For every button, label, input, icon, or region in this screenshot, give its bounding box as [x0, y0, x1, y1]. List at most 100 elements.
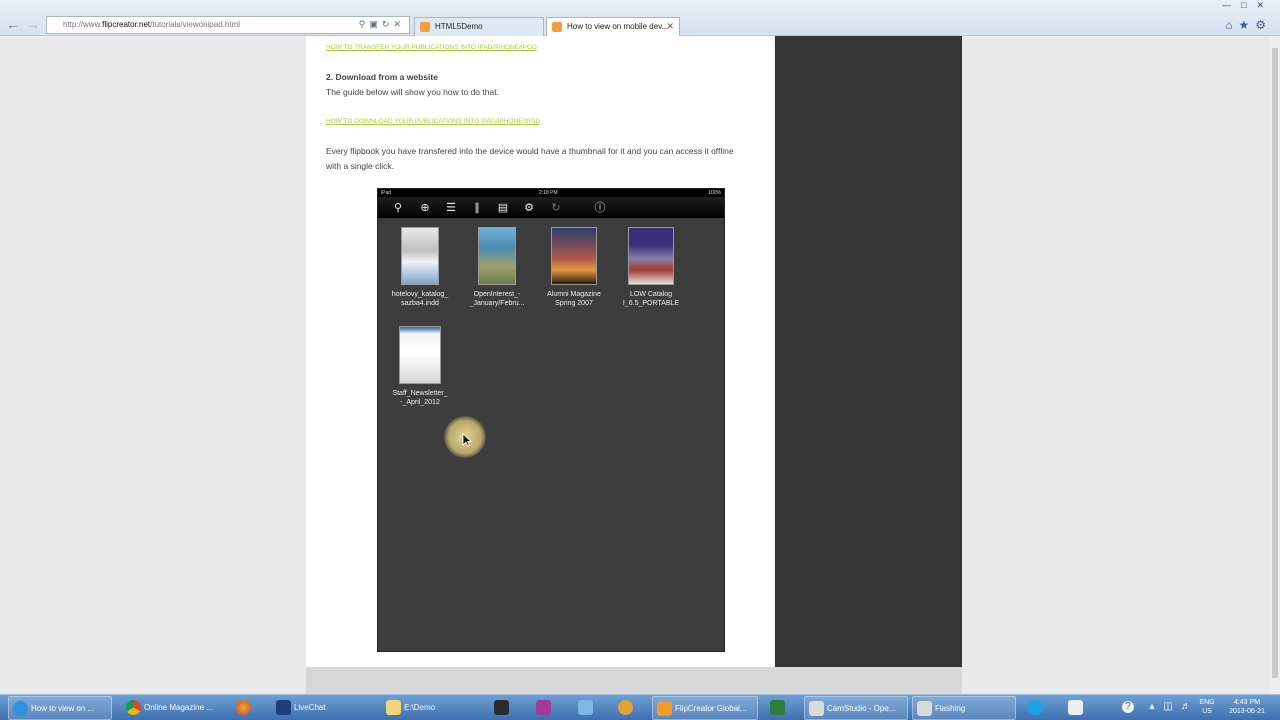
taskbar-item-camstudio[interactable]: CamStudio - Ope...: [804, 696, 908, 720]
close-window-icon[interactable]: ✕: [1256, 0, 1274, 10]
taskbar-item-app5[interactable]: [766, 696, 794, 720]
browser-chrome: ← → http://www.flipcreator.net/tutorials…: [0, 0, 1280, 36]
taskbar-item-explorer[interactable]: E:\Demo: [382, 696, 486, 720]
livechat-icon: [276, 700, 291, 715]
book-item[interactable]: OpenInterest_- _January/Febru...: [457, 227, 537, 308]
ipad-device-label: iPad: [381, 190, 392, 196]
taskbar-item-app6[interactable]: [1064, 696, 1088, 720]
show-hidden-icons-icon[interactable]: ▴: [1146, 701, 1158, 713]
system-clock[interactable]: 4:43 PM 2013-06-21: [1222, 698, 1272, 716]
help-icon[interactable]: ?: [1122, 701, 1134, 713]
compat-icon[interactable]: ▣: [369, 19, 382, 29]
book-thumbnail: [478, 227, 516, 285]
sort-icon[interactable]: ∥: [470, 201, 484, 215]
guide-text: The guide below will show you how to do …: [326, 87, 499, 97]
book-thumbnail: [399, 326, 441, 384]
favorites-star-icon[interactable]: ★: [1238, 18, 1255, 32]
search-icon[interactable]: ⚲: [359, 19, 370, 29]
tab-label: How to view on mobile dev...: [567, 22, 669, 31]
transfer-link[interactable]: HOW TO TRANSFER YOUR PUBLICATIONS INTO I…: [326, 44, 537, 51]
book-item[interactable]: Staff_Newsletter_ -_April_2012: [380, 326, 460, 407]
internet-explorer-icon: [13, 701, 28, 716]
section-heading: 2. Download from a website: [326, 72, 438, 82]
search-icon[interactable]: ⚲: [391, 201, 405, 215]
taskbar-label: Online Magazine ...: [144, 703, 213, 712]
page-footer: [306, 667, 962, 694]
page-favicon-icon: [420, 22, 430, 32]
app-icon: [618, 700, 633, 715]
settings-gear-icon[interactable]: ⚙: [1255, 18, 1272, 32]
book-thumbnail: [628, 227, 674, 285]
book-item[interactable]: hotelovy_katalog_ sazba4.indd: [380, 227, 460, 308]
input-language[interactable]: ENG US: [1198, 698, 1216, 716]
address-host: flipcreator.net: [102, 20, 151, 29]
book-item[interactable]: LOW Catalog I_6.5_PORTABLE: [611, 227, 691, 308]
network-icon[interactable]: ◫: [1162, 701, 1174, 713]
book-title-line-1: OpenInterest_-: [473, 291, 521, 298]
book-title-line-1: LOW Catalog: [629, 291, 673, 298]
firefox-icon: [236, 700, 251, 715]
taskbar-item-skype[interactable]: [1024, 696, 1048, 720]
ipad-time: 2:18 PM: [539, 190, 558, 196]
taskbar-item-firefox[interactable]: [232, 696, 260, 720]
taskbar-label: LiveChat: [294, 703, 326, 712]
paragraph-line-1: Every flipbook you have transfered into …: [326, 146, 734, 156]
flipcreator-icon: [657, 701, 672, 716]
refresh-icon[interactable]: ↻: [549, 201, 563, 215]
book-title-line-1: hotelovy_katalog_: [391, 291, 449, 298]
back-button[interactable]: ←: [4, 15, 22, 33]
tab-how-to-view[interactable]: How to view on mobile dev... ✕: [546, 17, 680, 36]
taskbar-label: How to view on ...: [31, 704, 95, 713]
address-path: /tutorials/viewonipad.html: [150, 20, 240, 29]
taskbar: How to view on ... Online Magazine ... L…: [0, 694, 1280, 720]
clock-time: 4:43 PM: [1233, 699, 1261, 706]
minimize-icon[interactable]: —: [1222, 0, 1241, 10]
book-title-line-1: Alumni Magazine: [547, 291, 601, 298]
book-item[interactable]: Alumni Magazine Spring 2007: [534, 227, 614, 308]
clock-date: 2013-06-21: [1229, 708, 1265, 715]
window-controls: —□✕: [1222, 0, 1274, 11]
taskbar-item-flashing[interactable]: Flashing: [912, 696, 1016, 720]
tab-label: HTML5Demo: [435, 22, 483, 31]
taskbar-item-chrome[interactable]: Online Magazine ...: [122, 696, 228, 720]
home-icon[interactable]: ⌂: [1225, 18, 1238, 32]
close-tab-icon[interactable]: ✕: [666, 21, 674, 32]
maximize-icon[interactable]: □: [1241, 0, 1256, 10]
taskbar-item-app1[interactable]: [490, 696, 516, 720]
book-title-line-2: _January/Febru...: [469, 300, 525, 307]
help-icon[interactable]: ⓘ: [593, 201, 607, 215]
taskbar-label: E:\Demo: [404, 703, 436, 712]
folder-icon: [386, 700, 401, 715]
taskbar-item-flipcreator[interactable]: FlipCreator Global...: [652, 696, 758, 720]
refresh-icon[interactable]: ↻: [382, 19, 394, 29]
tab-html5demo[interactable]: HTML5Demo: [414, 17, 544, 36]
language-code: ENG: [1199, 699, 1215, 706]
paragraph-line-2: with a single click.: [326, 161, 395, 171]
trash-icon[interactable]: ▤: [496, 201, 510, 215]
download-link[interactable]: HOW TO DOWNLOAD YOUR PUBLICATIONS INTO I…: [326, 118, 540, 125]
scrollbar-thumb[interactable]: [1272, 48, 1278, 678]
add-icon[interactable]: ⊕: [418, 201, 432, 215]
taskbar-item-app3[interactable]: [574, 696, 600, 720]
app-icon: [536, 700, 551, 715]
taskbar-item-app2[interactable]: [532, 696, 558, 720]
address-bar[interactable]: http://www.flipcreator.net/tutorials/vie…: [46, 16, 410, 34]
book-title-line-2: Spring 2007: [555, 300, 593, 307]
list-view-icon[interactable]: ☰: [444, 201, 458, 215]
taskbar-item-app4[interactable]: [614, 696, 640, 720]
address-prefix: http://www.: [63, 20, 103, 29]
window-icon: [917, 701, 932, 716]
book-title-line-2: sazba4.indd: [401, 300, 439, 307]
mouse-cursor-icon: [462, 433, 472, 447]
app-icon: [1068, 700, 1083, 715]
taskbar-item-ie[interactable]: How to view on ...: [8, 696, 112, 720]
settings-gear-icon[interactable]: ⚙: [522, 201, 536, 215]
stop-icon[interactable]: ✕: [393, 19, 405, 29]
volume-icon[interactable]: ♬: [1180, 701, 1192, 713]
taskbar-label: FlipCreator Global...: [675, 704, 747, 713]
ipad-toolbar: ⚲ ⊕ ☰ ∥ ▤ ⚙ ↻ ⓘ: [378, 197, 724, 218]
page-content: HOW TO TRANSFER YOUR PUBLICATIONS INTO I…: [306, 36, 774, 667]
forward-button[interactable]: →: [24, 15, 42, 33]
book-title-line-2: I_6.5_PORTABLE: [622, 300, 680, 307]
taskbar-item-livechat[interactable]: LiveChat: [272, 696, 374, 720]
